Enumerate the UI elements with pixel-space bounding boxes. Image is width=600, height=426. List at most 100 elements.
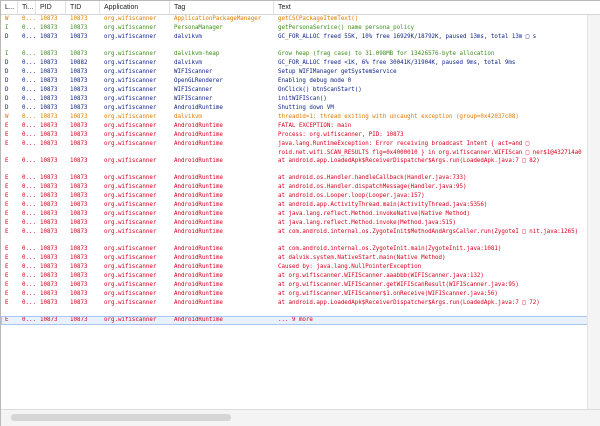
cell-text: at java.lang.reflect.Method.invoke(Metho…: [278, 220, 456, 226]
column-header-tag[interactable]: Tag: [170, 1, 274, 14]
cell-application: org.wifiscanner: [104, 175, 157, 181]
log-row[interactable]: E 0... 10873 10873 org.wifiscanner AndroidRun…: [1, 131, 588, 140]
column-header-level[interactable]: L...: [1, 1, 18, 14]
horizontal-scrollbar-thumb[interactable]: [11, 414, 231, 421]
cell-level: E: [5, 202, 9, 208]
column-header-text[interactable]: Text: [274, 1, 600, 14]
log-row[interactable]: E 0... 10873 10873 org.wifiscanner AndroidRun…: [1, 228, 588, 245]
log-row[interactable]: I 0... 10873 10873 org.wifiscanner dalvikvm-h…: [1, 50, 588, 59]
cell-pid: 10873: [40, 34, 58, 40]
cell-tid: 10873: [70, 25, 88, 31]
log-row[interactable]: D 0... 10873 10873 org.wifiscanner WIFIScanne…: [1, 86, 588, 95]
cell-pid: 10873: [40, 291, 58, 297]
cell-pid: 10873: [40, 229, 58, 235]
cell-pid: 10873: [40, 25, 58, 31]
log-row[interactable]: E 0... 10873 10873 org.wifiscanner AndroidRun…: [1, 299, 588, 316]
log-row[interactable]: D 0... 10873 10873 org.wifiscanner WIFIScanne…: [1, 95, 588, 104]
cell-tid: 10873: [70, 158, 88, 164]
cell-time: 0...: [22, 105, 36, 111]
cell-level: E: [5, 317, 9, 323]
cell-tid: 10873: [70, 69, 88, 75]
cell-text: at com.android.internal.os.ZygoteInit.ma…: [278, 246, 502, 252]
cell-application: org.wifiscanner: [104, 211, 157, 217]
log-row[interactable]: D 0... 10873 10873 org.wifiscanner OpenGLRend…: [1, 77, 588, 86]
cell-application: org.wifiscanner: [104, 246, 157, 252]
cell-level: D: [5, 105, 9, 111]
cell-pid: 10873: [40, 16, 58, 22]
cell-level: E: [5, 211, 9, 217]
cell-tag: AndroidRuntime: [174, 291, 223, 297]
cell-application: org.wifiscanner: [104, 25, 157, 31]
vertical-scrollbar[interactable]: [587, 15, 600, 410]
cell-level: E: [5, 158, 9, 164]
cell-tag: dalvikvm: [174, 34, 202, 40]
log-row[interactable]: D 0... 10873 10882 org.wifiscanner dalvikvm GC…: [1, 59, 588, 68]
column-header-application[interactable]: Application: [100, 1, 170, 14]
log-row[interactable]: E 0... 10873 10873 org.wifiscanner AndroidRun…: [1, 140, 588, 157]
cell-tag: dalvikvm-heap: [174, 51, 220, 57]
cell-tag: dalvikvm: [174, 60, 202, 66]
log-row[interactable]: E 0... 10873 10873 org.wifiscanner AndroidRun…: [1, 174, 588, 183]
cell-tag: WIFIScanner: [174, 69, 213, 75]
logcat-panel: L... Ti... PID TID Application Tag Text …: [0, 0, 600, 426]
cell-text: at android.app.LoadedApk$ReceiverDispatc…: [278, 158, 540, 164]
log-row[interactable]: W 0... 10873 10873 org.wifiscanner dalvikvm th…: [1, 113, 588, 122]
log-row[interactable]: D 0... 10873 10873 org.wifiscanner WIFIScanne…: [1, 68, 588, 77]
cell-tid: 10873: [70, 51, 88, 57]
cell-pid: 10873: [40, 317, 58, 323]
cell-level: E: [5, 264, 9, 270]
log-row[interactable]: I 0... 10873 10873 org.wifiscanner PersonaMan…: [1, 24, 588, 33]
log-row[interactable]: E 0... 10873 10873 org.wifiscanner AndroidRun…: [1, 192, 588, 201]
log-row[interactable]: E 0... 10873 10873 org.wifiscanner AndroidRun…: [1, 281, 588, 290]
log-row[interactable]: E 0... 10873 10873 org.wifiscanner AndroidRun…: [1, 210, 588, 219]
cell-tid: 10873: [70, 175, 88, 181]
cell-tid: 10873: [70, 300, 88, 306]
log-row[interactable]: E 0... 10873 10873 org.wifiscanner AndroidRun…: [1, 183, 588, 192]
log-row[interactable]: E 0... 10873 10873 org.wifiscanner AndroidRun…: [1, 157, 588, 174]
cell-text: Process: org.wifiscanner, PID: 10873: [278, 132, 404, 138]
cell-application: org.wifiscanner: [104, 264, 157, 270]
cell-pid: 10873: [40, 255, 58, 261]
cell-application: org.wifiscanner: [104, 193, 157, 199]
log-row[interactable]: W 0... 10873 10873 org.wifiscanner Applicatio…: [1, 15, 588, 24]
cell-time: 0...: [22, 78, 36, 84]
cell-text: at dalvik.system.NativeStart.main(Native…: [278, 255, 446, 261]
cell-text: at java.lang.reflect.Method.invokeNative…: [278, 211, 470, 217]
cell-level: E: [5, 273, 9, 279]
cell-text: initWIFIScan(): [278, 96, 327, 102]
cell-application: org.wifiscanner: [104, 105, 157, 111]
log-row[interactable]: E 0... 10873 10873 org.wifiscanner AndroidRun…: [1, 122, 588, 131]
cell-level: E: [5, 132, 9, 138]
column-header-time[interactable]: Ti...: [18, 1, 36, 14]
cell-tid: 10873: [70, 141, 88, 147]
log-row[interactable]: E 0... 10873 10873 org.wifiscanner AndroidRun…: [1, 245, 588, 254]
log-row[interactable]: E 0... 10873 10873 org.wifiscanner AndroidRun…: [1, 219, 588, 228]
cell-text: Grow heap (frag case) to 31.098MB for 13…: [278, 51, 495, 57]
cell-tag: AndroidRuntime: [174, 123, 223, 129]
cell-time: 0...: [22, 141, 36, 147]
log-row[interactable]: E 0... 10873 10873 org.wifiscanner AndroidRun…: [1, 316, 588, 325]
cell-time: 0...: [22, 246, 36, 252]
cell-text: Enabling debug mode 0: [278, 78, 352, 84]
log-row[interactable]: E 0... 10873 10873 org.wifiscanner AndroidRun…: [1, 254, 588, 263]
column-header-tid[interactable]: TID: [66, 1, 100, 14]
cell-tid: 10873: [70, 87, 88, 93]
cell-application: org.wifiscanner: [104, 60, 157, 66]
cell-application: org.wifiscanner: [104, 158, 157, 164]
log-row[interactable]: E 0... 10873 10873 org.wifiscanner AndroidRun…: [1, 272, 588, 281]
cell-tid: 10873: [70, 114, 88, 120]
cell-application: org.wifiscanner: [104, 69, 157, 75]
cell-time: 0...: [22, 202, 36, 208]
column-header-pid[interactable]: PID: [36, 1, 66, 14]
log-row[interactable]: D 0... 10873 10873 org.wifiscanner dalvikvm GC…: [1, 33, 588, 50]
cell-tag: AndroidRuntime: [174, 273, 223, 279]
cell-time: 0...: [22, 291, 36, 297]
log-row[interactable]: D 0... 10873 10873 org.wifiscanner AndroidRun…: [1, 104, 588, 113]
horizontal-scrollbar[interactable]: [1, 409, 600, 426]
cell-time: 0...: [22, 317, 36, 323]
log-row[interactable]: E 0... 10873 10873 org.wifiscanner AndroidRun…: [1, 290, 588, 299]
log-row[interactable]: E 0... 10873 10873 org.wifiscanner AndroidRun…: [1, 201, 588, 210]
cell-pid: 10873: [40, 78, 58, 84]
logcat-table-header: L... Ti... PID TID Application Tag Text: [1, 1, 600, 15]
log-row[interactable]: E 0... 10873 10873 org.wifiscanner AndroidRun…: [1, 263, 588, 272]
